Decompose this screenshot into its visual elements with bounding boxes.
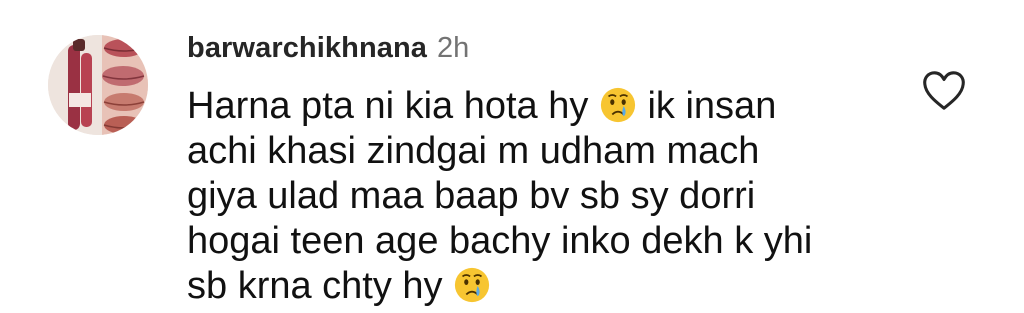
comment-line: giya ulad maa baap bv sb sy dorri bbox=[187, 175, 756, 217]
comment-text: Harna pta ni kia hota hy ik insan achi k… bbox=[187, 84, 887, 309]
crying-face-icon bbox=[600, 87, 636, 123]
heart-icon[interactable] bbox=[921, 69, 967, 113]
comment-item: barwarchikhnana 2h Harna pta ni kia hota… bbox=[0, 0, 1024, 313]
avatar-image bbox=[48, 35, 148, 135]
comment-line: achi khasi zindgai m udham mach bbox=[187, 130, 760, 172]
timestamp: 2h bbox=[437, 32, 470, 64]
comment-line: hogai teen age bachy inko dekh k yhi bbox=[187, 220, 813, 262]
comment-line-text: Harna pta ni kia hota hy bbox=[187, 85, 589, 127]
crying-face-icon bbox=[455, 267, 490, 303]
comment-line: Harna pta ni kia hota hy ik insan bbox=[187, 84, 887, 129]
comment-line: sb krna chty hy bbox=[187, 264, 887, 309]
comment-line-text: sb krna chty hy bbox=[187, 265, 443, 307]
avatar[interactable] bbox=[48, 35, 148, 135]
username-link[interactable]: barwarchikhnana bbox=[187, 32, 427, 65]
comment-line-text: ik insan bbox=[647, 85, 777, 127]
comment-meta: barwarchikhnana 2h bbox=[187, 32, 469, 66]
